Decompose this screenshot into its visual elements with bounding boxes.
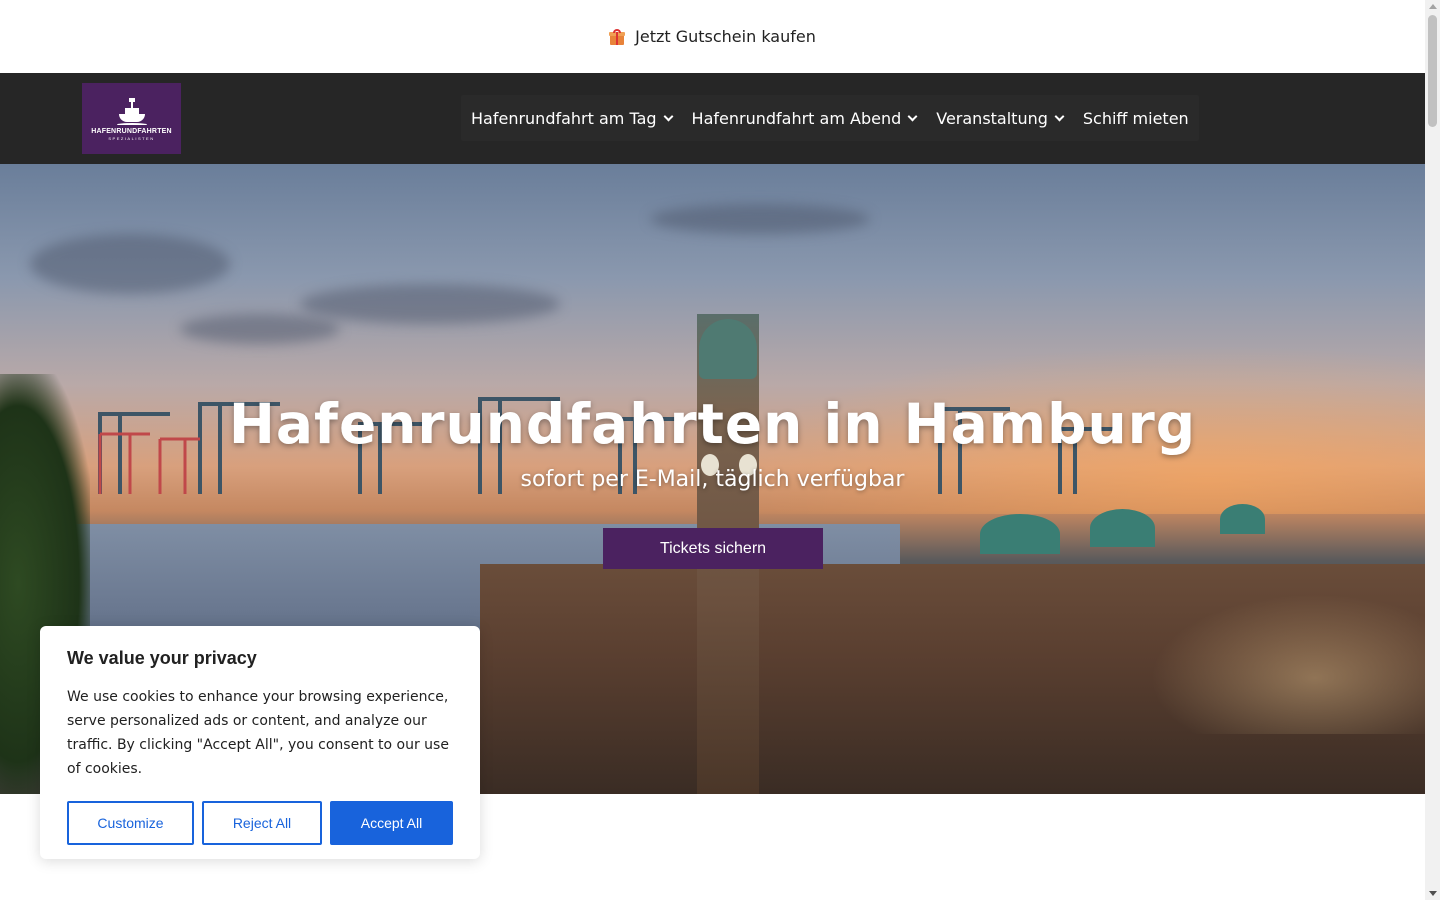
hero-title: Hafenrundfahrten in Hamburg [228, 392, 1197, 456]
ship-icon [116, 96, 147, 126]
cookie-buttons: Customize Reject All Accept All [67, 801, 453, 845]
logo-subtitle: SPEZIALISTEN [108, 136, 155, 141]
nav-item-label: Hafenrundfahrt am Tag [471, 108, 657, 128]
page-scrollbar[interactable] [1425, 0, 1440, 900]
gift-icon [609, 28, 626, 45]
promo-bar: Jetzt Gutschein kaufen [0, 0, 1425, 73]
nav-item-day-tour[interactable]: Hafenrundfahrt am Tag [471, 95, 682, 141]
cookie-title: We value your privacy [67, 648, 257, 668]
nav-item-label: Veranstaltung [936, 108, 1048, 128]
chevron-down-icon [907, 111, 918, 121]
nav-item-label: Schiff mieten [1082, 108, 1189, 128]
hero-subtitle: sofort per E-Mail, täglich verfügbar [520, 467, 905, 492]
tickets-button[interactable]: Tickets sichern [603, 528, 823, 569]
scrollbar-thumb[interactable] [1428, 15, 1437, 127]
nav-item-label: Hafenrundfahrt am Abend [691, 108, 902, 128]
customize-button[interactable]: Customize [67, 801, 194, 845]
chevron-down-icon [663, 111, 673, 121]
logo-name: HAFENRUNDFAHRTEN [91, 128, 172, 135]
buy-voucher-label: Jetzt Gutschein kaufen [635, 27, 816, 46]
nav-item-evening-tour[interactable]: Hafenrundfahrt am Abend [692, 95, 927, 141]
accept-all-button[interactable]: Accept All [330, 801, 453, 845]
nav-item-charter-ship[interactable]: Schiff mieten [1083, 95, 1189, 141]
buy-voucher-link[interactable]: Jetzt Gutschein kaufen [609, 27, 816, 46]
scroll-down-arrow-icon[interactable] [1429, 891, 1437, 896]
main-nav: Hafenrundfahrt am Tag Hafenrundfahrt am … [461, 95, 1199, 141]
chevron-down-icon [1054, 111, 1065, 121]
scroll-up-arrow-icon[interactable] [1429, 4, 1437, 9]
cookie-consent-banner: We value your privacy We use cookies to … [40, 626, 480, 859]
cookie-text: We use cookies to enhance your browsing … [67, 689, 449, 777]
page: Jetzt Gutschein kaufen HAFENRUNDFAHRTEN … [0, 0, 1440, 900]
site-logo[interactable]: HAFENRUNDFAHRTEN SPEZIALISTEN [82, 83, 181, 154]
nav-item-events[interactable]: Veranstaltung [936, 95, 1073, 141]
reject-all-button[interactable]: Reject All [202, 801, 322, 845]
site-header: HAFENRUNDFAHRTEN SPEZIALISTEN Hafenrundf… [0, 73, 1425, 164]
